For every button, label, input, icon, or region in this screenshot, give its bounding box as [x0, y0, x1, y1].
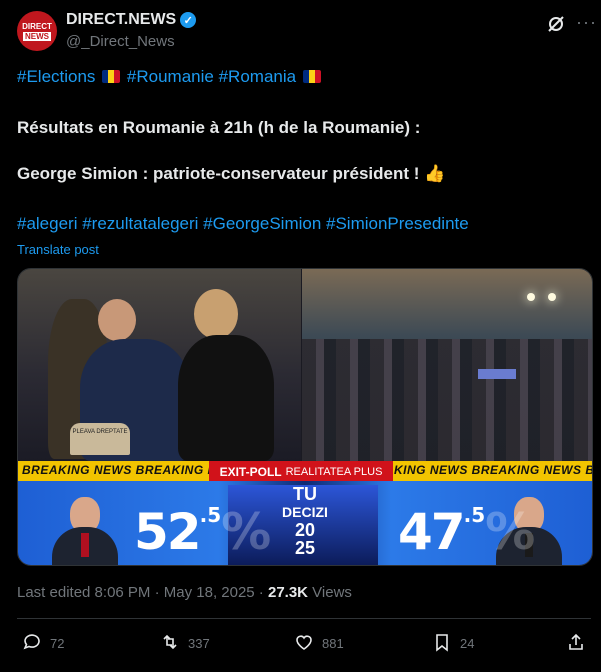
hashtag-roumanie[interactable]: #Roumanie	[127, 67, 214, 86]
more-options-icon[interactable]: ···	[576, 12, 597, 33]
logo-line-3: 20	[294, 520, 316, 540]
logo-line-2: DECIZI	[282, 504, 328, 520]
divider	[17, 618, 591, 619]
bookmark-count: 24	[460, 636, 475, 651]
percentage-right: 47.5%	[398, 503, 535, 561]
post-media-image[interactable]: PLEAVA DREPTATE BREAKING NEWS BREAKING N…	[17, 268, 593, 566]
exit-poll-channel: REALITATEA PLUS	[285, 466, 383, 478]
like-button[interactable]: 881	[294, 632, 344, 655]
reply-icon	[22, 632, 42, 655]
tu-decizi-logo: TU DECIZI 20 25	[270, 485, 340, 561]
cap-sign: PLEAVA DREPTATE	[70, 423, 130, 455]
logo-line-1: TU	[293, 484, 317, 504]
podium-shape	[478, 369, 516, 379]
like-count: 881	[322, 636, 344, 651]
percentage-left: 52.5%	[134, 503, 271, 561]
person-head	[194, 289, 238, 339]
romania-flag-icon	[102, 70, 121, 83]
pct-left-symbol: %	[221, 503, 271, 561]
pct-left-main: 52	[134, 503, 202, 561]
repost-icon	[160, 632, 180, 655]
media-scene-left: PLEAVA DREPTATE	[18, 269, 301, 461]
avatar-text-1: DIRECT	[22, 21, 52, 31]
bookmark-icon	[432, 632, 452, 655]
verified-badge-icon: ✓	[180, 12, 197, 28]
handle[interactable]: @_Direct_News	[66, 33, 175, 50]
repost-count: 337	[188, 636, 210, 651]
candidate-tie	[81, 533, 89, 557]
logo-line-4: 25	[294, 538, 316, 558]
pct-right-main: 47	[398, 503, 466, 561]
avatar[interactable]: DIRECT NEWS	[17, 11, 57, 51]
repost-button[interactable]: 337	[160, 632, 210, 655]
edited-timestamp[interactable]: Last edited 8:06 PM · May 18, 2025 ·	[17, 584, 268, 601]
bookmark-button[interactable]: 24	[432, 632, 474, 655]
display-name-text: DIRECT.NEWS	[66, 11, 177, 28]
media-scene-right	[302, 269, 592, 461]
hashtag-romania[interactable]: #Romania	[219, 67, 297, 86]
street-light-icon	[548, 293, 556, 301]
post-line-1: #Elections #Roumanie #Romania	[17, 66, 323, 88]
post-line-3-text: George Simion : patriote-conservateur pr…	[17, 164, 420, 183]
action-bar: 72 337 881 24	[0, 632, 601, 658]
post-meta: Last edited 8:06 PM · May 18, 2025 · 27.…	[17, 584, 352, 601]
reply-count: 72	[50, 636, 65, 651]
crowd-shape	[302, 339, 592, 461]
hashtag-elections[interactable]: #Elections	[17, 67, 95, 86]
thumbs-up-icon: 👍	[424, 164, 446, 183]
post-line-3: George Simion : patriote-conservateur pr…	[17, 163, 445, 185]
share-icon	[566, 632, 586, 655]
display-name[interactable]: DIRECT.NEWS ✓	[66, 11, 197, 29]
views-label: Views	[308, 584, 352, 601]
pct-right-decimal: .5	[463, 503, 486, 527]
translate-post-link[interactable]: Translate post	[17, 242, 99, 257]
exit-poll-label: EXIT-POLL	[219, 465, 282, 479]
share-button[interactable]	[566, 632, 586, 655]
grok-icon[interactable]	[546, 14, 566, 34]
street-light-icon	[527, 293, 535, 301]
pct-left-decimal: .5	[199, 503, 222, 527]
heart-icon	[294, 632, 314, 655]
post-card: DIRECT NEWS DIRECT.NEWS ✓ @_Direct_News …	[0, 0, 601, 672]
post-line-2: Résultats en Roumanie à 21h (h de la Rou…	[17, 118, 421, 137]
views-count: 27.3K	[267, 584, 309, 601]
reply-button[interactable]: 72	[22, 632, 64, 655]
ticker-text-right: KING NEWS BREAKING NEWS BREAKIN	[394, 463, 592, 477]
person-head	[98, 299, 136, 341]
avatar-text-2: NEWS	[23, 31, 51, 41]
post-line-4-hashtags[interactable]: #alegeri #rezultatalegeri #GeorgeSimion …	[17, 213, 469, 235]
exit-poll-banner: EXIT-POLL REALITATEA PLUS	[209, 461, 393, 483]
pct-right-symbol: %	[485, 503, 535, 561]
romania-flag-icon	[302, 70, 321, 83]
person-dress	[178, 335, 274, 461]
candidate-left-figure	[50, 495, 120, 565]
